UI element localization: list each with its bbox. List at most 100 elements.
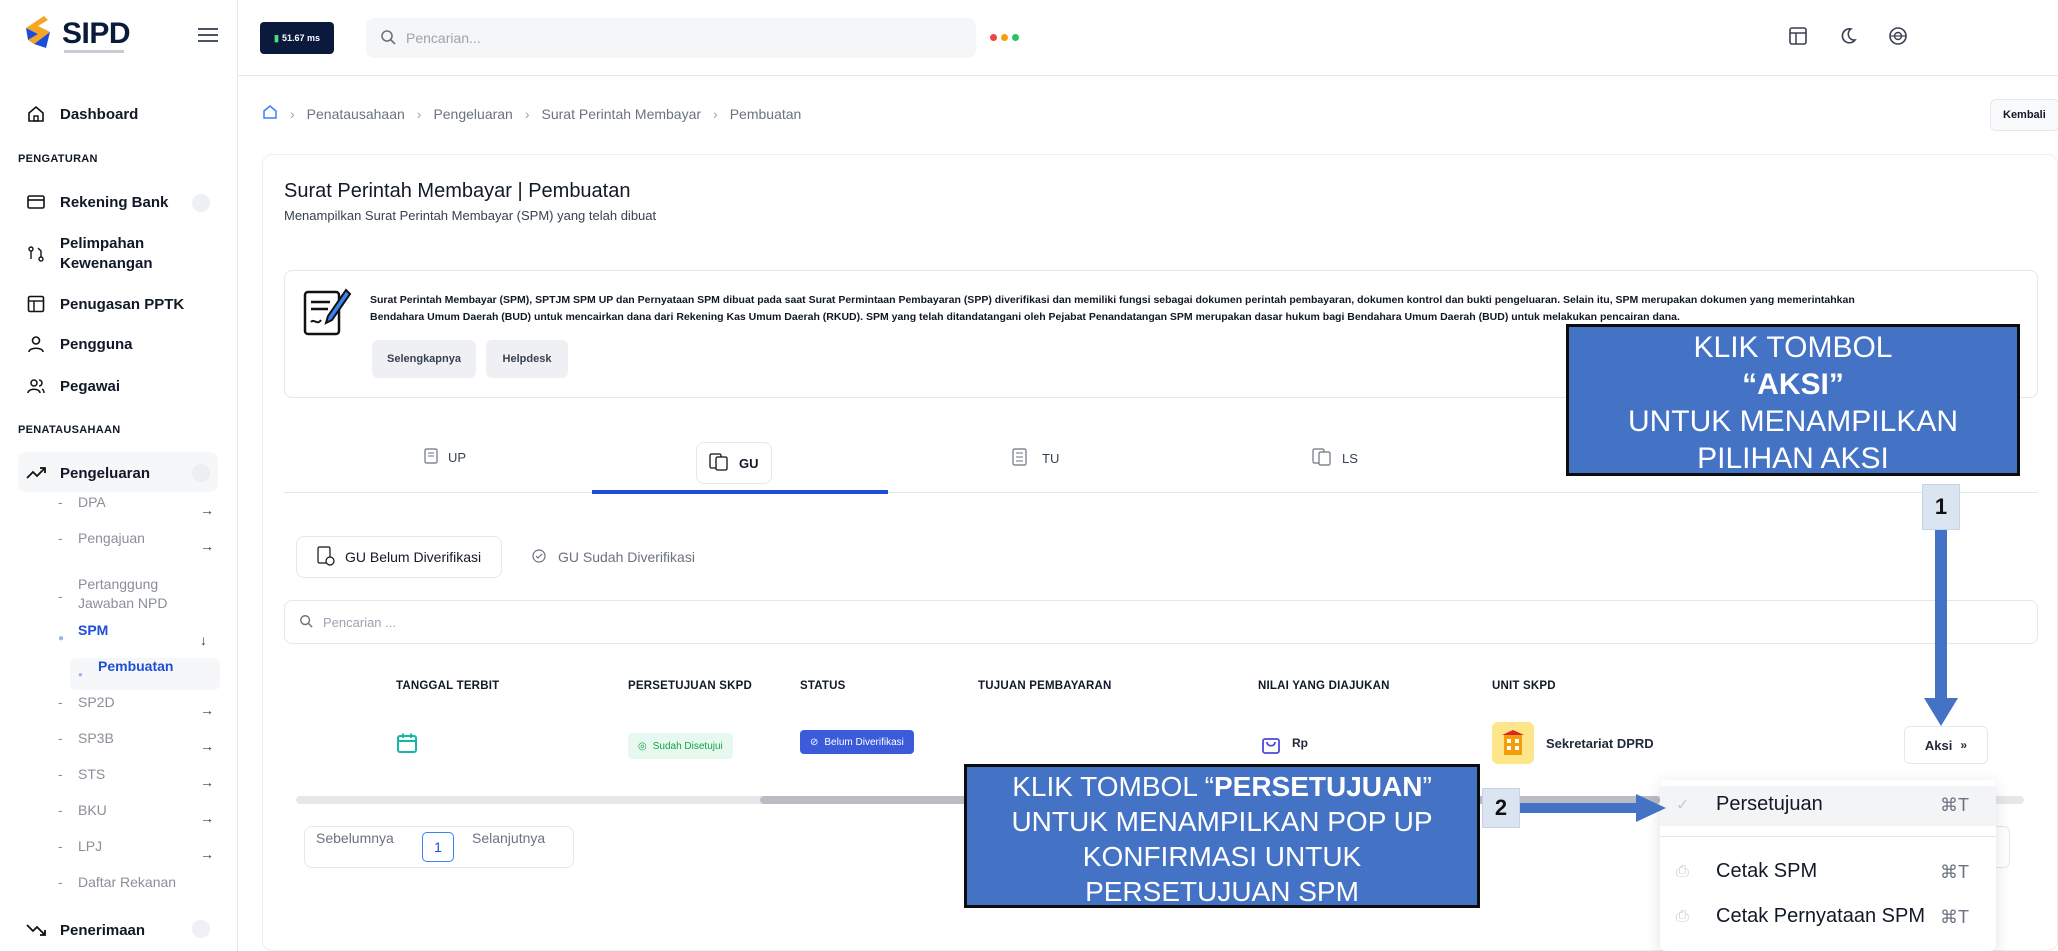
arrow-right-icon: → bbox=[200, 846, 214, 862]
document-icon bbox=[424, 448, 438, 467]
subtab-gu-belum-diverifikasi[interactable]: GU Belum Diverifikasi bbox=[296, 536, 503, 578]
column-header[interactable]: NILAI YANG DIAJUKAN bbox=[1258, 680, 1390, 692]
column-header[interactable]: STATUS bbox=[800, 680, 846, 692]
shortcut-label: ⌘T bbox=[1940, 862, 1969, 882]
sidebar-item-label: Pegawai bbox=[60, 377, 121, 395]
prev-page-button[interactable]: Sebelumnya bbox=[316, 830, 394, 846]
sidebar-item-pengguna[interactable]: Pengguna bbox=[26, 334, 133, 354]
chevron-double-down-icon: » bbox=[1960, 738, 1968, 752]
breadcrumb-item[interactable]: Surat Perintah Membayar bbox=[542, 106, 702, 122]
documents-icon bbox=[709, 452, 729, 474]
arrow-right-icon: → bbox=[200, 738, 214, 754]
next-page-button[interactable]: Selanjutnya bbox=[472, 830, 545, 846]
chevron-down-icon bbox=[192, 464, 210, 482]
step-number-2: 2 bbox=[1482, 788, 1520, 828]
sidebar-item-label: Penugasan PPTK bbox=[60, 295, 185, 313]
section-pengaturan: PENGATURAN bbox=[18, 153, 98, 165]
aksi-button[interactable]: Aksi » bbox=[1904, 726, 1988, 764]
network-speed-badge: ▮ 51.67 ms bbox=[260, 22, 334, 54]
signal-icon: ▮ bbox=[274, 32, 279, 43]
sidebar: SIPD Dashboard PENGATURAN Rekening Bank … bbox=[0, 0, 238, 951]
breadcrumb-item[interactable]: Penatausahaan bbox=[307, 106, 405, 122]
menu-item-cetak-pernyataan-spm[interactable]: ⎙ Cetak Pernyataan SPM bbox=[1676, 905, 1925, 928]
arrow-right-icon: → bbox=[200, 538, 214, 554]
page-subtitle: Menampilkan Surat Perintah Membayar (SPM… bbox=[284, 208, 657, 223]
logo-tagline bbox=[64, 50, 124, 53]
trending-up-icon bbox=[26, 463, 46, 483]
helpdesk-button[interactable]: Helpdesk bbox=[486, 340, 568, 378]
chevron-right-icon: › bbox=[713, 105, 718, 122]
chevron-right-icon: › bbox=[524, 105, 530, 122]
subtab-gu-sudah-diverifikasi[interactable]: GU Sudah Diverifikasi bbox=[510, 536, 715, 578]
layout-icon bbox=[26, 294, 46, 314]
chevron-right-icon: › bbox=[416, 105, 422, 122]
badge-check-icon bbox=[530, 547, 548, 568]
moon-icon[interactable] bbox=[1836, 24, 1860, 48]
breadcrumb-item[interactable]: Pengeluaran bbox=[433, 106, 512, 122]
expand-indicator bbox=[192, 920, 210, 938]
arrow-down-icon: ↓ bbox=[200, 632, 207, 648]
document-list-icon bbox=[1012, 448, 1032, 469]
nilai-value: Rp bbox=[1292, 736, 1308, 750]
column-header[interactable]: TUJUAN PEMBAYARAN bbox=[978, 680, 1112, 692]
sidebar-item-label: Pelimpahan bbox=[60, 235, 145, 252]
document-edit-icon bbox=[303, 288, 352, 336]
sidebar-item-penugasan-pptk[interactable]: Penugasan PPTK bbox=[26, 294, 184, 314]
sidebar-item-dashboard[interactable]: Dashboard bbox=[26, 104, 138, 124]
sidebar-item-rekening-bank[interactable]: Rekening Bank bbox=[26, 192, 168, 212]
sidebar-item-label: Dashboard bbox=[60, 105, 139, 123]
arrow-down-icon bbox=[1924, 530, 1958, 726]
search-icon bbox=[299, 614, 313, 631]
menu-item-persetujuan[interactable]: ✓ Persetujuan bbox=[1676, 793, 1823, 816]
layout-icon[interactable] bbox=[1786, 24, 1810, 48]
building-icon bbox=[1492, 722, 1534, 764]
menu-toggle-icon[interactable] bbox=[198, 28, 218, 44]
page-number-button[interactable]: 1 bbox=[422, 832, 454, 862]
unit-skpd-value: Sekretariat DPRD bbox=[1546, 736, 1654, 751]
menu-item-cetak-spm[interactable]: ⎙ Cetak SPM bbox=[1676, 860, 1817, 883]
topbar: ▮ 51.67 ms Pencarian... bbox=[238, 0, 2058, 76]
document-check-icon bbox=[317, 545, 335, 569]
column-header[interactable]: TANGGAL TERBIT bbox=[396, 680, 499, 692]
step-number-1: 1 bbox=[1922, 484, 1960, 530]
status-badge: ◎ Sudah Disetujui bbox=[628, 733, 733, 759]
tab-tu[interactable]: TU bbox=[1012, 448, 1059, 469]
back-button[interactable]: Kembali bbox=[1990, 99, 2058, 131]
shortcut-label: ⌘T bbox=[1940, 907, 1969, 927]
globe-icon[interactable] bbox=[1886, 24, 1910, 48]
status-badge: ⊘ Belum Diverifikasi bbox=[800, 730, 914, 754]
search-icon bbox=[380, 29, 396, 48]
breadcrumb-item[interactable]: Pembuatan bbox=[730, 106, 802, 122]
user-icon bbox=[26, 334, 46, 354]
instruction-callout-aksi: KLIK TOMBOL “AKSI” UNTUK MENAMPILKAN PIL… bbox=[1566, 324, 2020, 476]
instruction-callout-persetujuan: KLIK TOMBOL “PERSETUJUAN” UNTUK MENAMPIL… bbox=[964, 764, 1480, 908]
tab-up[interactable]: UP bbox=[424, 448, 466, 467]
transfer-icon bbox=[26, 244, 46, 264]
sidebar-item-label: Penerimaan bbox=[60, 921, 146, 939]
page-title: Surat Perintah Membayar | Pembuatan bbox=[284, 180, 631, 202]
sidebar-item-pengeluaran[interactable]: Pengeluaran bbox=[26, 463, 150, 483]
selengkapnya-button[interactable]: Selengkapnya bbox=[372, 340, 476, 378]
column-header[interactable]: UNIT SKPD bbox=[1492, 680, 1556, 692]
home-icon bbox=[26, 104, 46, 124]
arrow-right-icon bbox=[1520, 794, 1666, 822]
column-header[interactable]: PERSETUJUAN SKPD bbox=[628, 680, 752, 692]
sidebar-item-pelimpahan[interactable]: Pelimpahan Kewenangan bbox=[26, 234, 153, 274]
active-tab-indicator bbox=[592, 490, 888, 494]
sidebar-item-pegawai[interactable]: Pegawai bbox=[26, 376, 120, 396]
sidebar-item-label: Kewenangan bbox=[60, 255, 153, 272]
app-logo[interactable]: SIPD bbox=[20, 14, 131, 54]
home-icon[interactable] bbox=[262, 104, 278, 123]
section-penatausahaan: PENATAUSAHAAN bbox=[18, 424, 121, 436]
arrow-right-icon: → bbox=[200, 810, 214, 826]
tab-ls[interactable]: LS bbox=[1312, 448, 1358, 469]
tab-gu[interactable]: GU bbox=[696, 442, 772, 484]
arrow-right-icon: → bbox=[200, 774, 214, 790]
global-search-input[interactable]: Pencarian... bbox=[366, 18, 976, 58]
app-name: SIPD bbox=[62, 17, 131, 50]
table-search-input[interactable]: Pencarian ... bbox=[284, 600, 2038, 644]
breadcrumb: › Penatausahaan › Pengeluaran › Surat Pe… bbox=[262, 104, 801, 123]
check-icon: ✓ bbox=[1676, 796, 1690, 814]
sidebar-item-penerimaan[interactable]: Penerimaan bbox=[26, 920, 145, 940]
dropdown-divider bbox=[1660, 836, 1996, 837]
